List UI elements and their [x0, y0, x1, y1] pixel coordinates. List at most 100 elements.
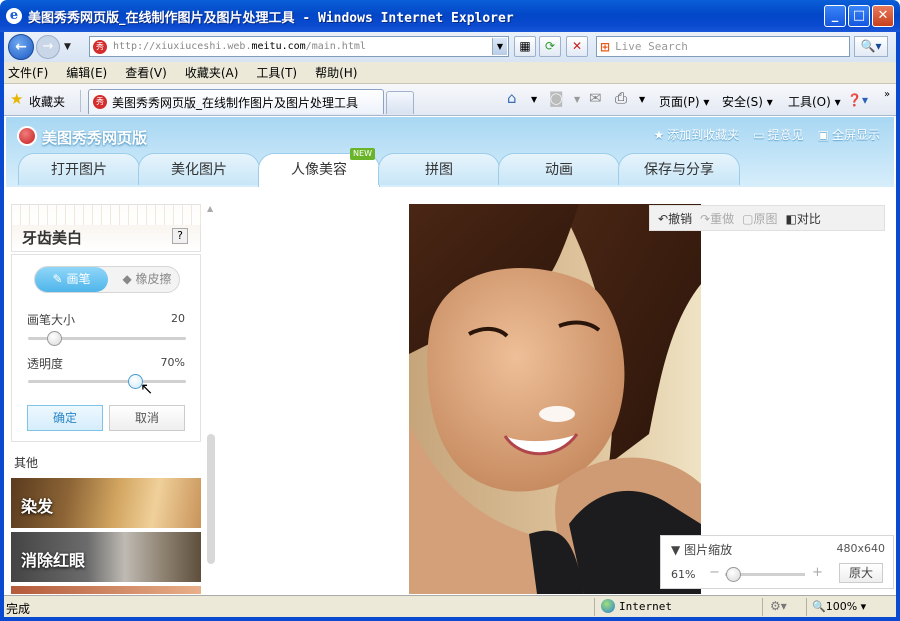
print-icon[interactable]: ⎙ [615, 90, 627, 106]
maximize-button[interactable]: □ [848, 5, 870, 27]
brush-size-value: 20 [171, 312, 185, 325]
scroll-up-icon[interactable]: ▲ [207, 204, 213, 213]
panel-title: 牙齿美白 [22, 229, 83, 247]
favorites-star-icon[interactable]: ★ [10, 92, 23, 107]
menu-tools[interactable]: 工具(T) [256, 64, 297, 81]
tab-title: 美图秀秀网页版_在线制作图片及图片处理工具 [112, 95, 359, 110]
undo-button[interactable]: ↶撤销 [658, 210, 692, 227]
help-button[interactable]: ? [172, 228, 188, 244]
zoom-title[interactable]: ▼ 图片缩放 [671, 541, 732, 558]
cancel-button[interactable]: 取消 [109, 405, 185, 431]
tab-animation[interactable]: 动画 [498, 153, 620, 185]
divider [806, 598, 807, 616]
chat-icon: ▭ [753, 127, 765, 142]
window-border-bottom [0, 617, 900, 621]
address-dropdown-button[interactable]: ▼ [492, 38, 507, 55]
window-border-left [0, 32, 4, 621]
search-button[interactable]: 🔍▾ [854, 36, 888, 57]
search-input[interactable]: ⊞ Live Search [596, 36, 850, 57]
feedback-link[interactable]: ▭ 提意见 [753, 126, 803, 143]
red-eye-card[interactable]: 消除红眼 [11, 532, 201, 582]
divider [594, 598, 595, 616]
original-button[interactable]: ▢原图 [742, 210, 777, 227]
url-text[interactable]: http://xiuxiuceshi.web.meitu.com/main.ht… [113, 41, 366, 52]
new-tab-button[interactable] [386, 91, 414, 114]
original-size-button[interactable]: 原大 [839, 563, 883, 583]
hair-dye-card[interactable]: 染发 [11, 478, 201, 528]
menu-file[interactable]: 文件(F) [8, 64, 48, 81]
tab-beautify[interactable]: 美化图片 [138, 153, 260, 185]
brush-icon: ✎ [52, 272, 63, 286]
mouse-cursor-icon: ↖ [140, 379, 154, 398]
editor-canvas: ↶撤销 ↷重做 ▢原图 ◧对比 ▼ 图片缩放 480x640 61% − + 原… [221, 199, 894, 594]
tab-favicon-icon: 秀 [93, 95, 107, 109]
menu-bar: 文件(F) 编辑(E) 查看(V) 收藏夹(A) 工具(T) 帮助(H) [0, 62, 900, 84]
menu-edit[interactable]: 编辑(E) [66, 64, 107, 81]
tab-portrait[interactable]: 人像美容 NEW [258, 148, 380, 187]
forward-button[interactable]: → [36, 35, 60, 59]
portrait-photo[interactable] [409, 204, 701, 594]
site-favicon-icon: 秀 [93, 39, 107, 54]
stop-button[interactable]: ✕ [566, 36, 588, 57]
window-title: 美图秀秀网页版_在线制作图片及图片处理工具 - Windows Internet… [28, 10, 514, 26]
safety-menu-button[interactable]: 安全(S) ▾ [722, 93, 773, 110]
opacity-slider[interactable] [28, 374, 186, 389]
confirm-button[interactable]: 确定 [27, 405, 103, 431]
close-button[interactable]: ✕ [872, 5, 894, 27]
scroll-thumb[interactable] [207, 434, 215, 564]
feeds-icon[interactable]: ◙ [549, 90, 564, 106]
brush-size-slider[interactable] [28, 331, 186, 346]
menu-view[interactable]: 查看(V) [125, 64, 167, 81]
other-section-label: 其他 [14, 456, 39, 470]
tab-open-image[interactable]: 打开图片 [18, 153, 140, 185]
zoom-slider[interactable] [725, 567, 805, 582]
zoom-out-button[interactable]: − [709, 565, 720, 580]
brush-size-label: 画笔大小 [27, 313, 76, 327]
zoom-level-button[interactable]: 🔍100% ▾ [812, 600, 866, 613]
refresh-button[interactable]: ⟳ [539, 36, 561, 57]
recent-pages-dropdown[interactable]: ▼ [64, 42, 71, 52]
menu-help[interactable]: 帮助(H) [315, 64, 357, 81]
home-dropdown[interactable]: ▼ [531, 95, 537, 104]
redo-button[interactable]: ↷重做 [700, 210, 734, 227]
favorites-button[interactable]: 收藏夹 [29, 93, 65, 110]
compatibility-icon[interactable]: ▦ [514, 36, 536, 57]
compare-button[interactable]: ◧对比 [786, 210, 821, 227]
home-icon[interactable]: ⌂ [507, 90, 517, 106]
feeds-dropdown[interactable]: ▼ [574, 95, 580, 104]
address-toolbar: ← → ▼ 秀 http://xiuxiuceshi.web.meitu.com… [0, 32, 900, 62]
tab-save-share[interactable]: 保存与分享 [618, 153, 740, 185]
zoom-handle[interactable] [726, 567, 741, 582]
opacity-value: 70% [160, 356, 185, 369]
web-page: 美图秀秀网页版 ★ 添加到收藏夹 ▭ 提意见 ▣ 全屏显示 打开图片 美化图片 人像美… [6, 117, 894, 594]
brush-mode-button[interactable]: ✎ 画笔 [35, 267, 108, 292]
help-icon[interactable]: ❓▾ [847, 93, 868, 107]
mail-icon[interactable]: ✉ [589, 90, 602, 106]
security-zone[interactable]: Internet [601, 599, 672, 613]
protected-mode-icon[interactable]: ⚙▾ [770, 599, 787, 613]
tab-meitu[interactable]: 秀 美图秀秀网页版_在线制作图片及图片处理工具 [88, 89, 384, 114]
page-menu-button[interactable]: 页面(P) ▾ [659, 93, 709, 110]
status-bar: 完成 Internet ⚙▾ 🔍100% ▾ [4, 595, 896, 617]
add-favorite-link[interactable]: ★ 添加到收藏夹 [654, 126, 740, 143]
new-badge: NEW [350, 148, 375, 160]
minimize-button[interactable]: _ [824, 5, 846, 27]
fullscreen-link[interactable]: ▣ 全屏显示 [818, 126, 880, 143]
menu-favorites[interactable]: 收藏夹(A) [185, 64, 239, 81]
original-icon: ▢ [742, 211, 754, 226]
print-dropdown[interactable]: ▼ [639, 95, 645, 104]
opacity-label: 透明度 [27, 357, 64, 371]
more-card[interactable] [11, 586, 201, 594]
tools-menu-button[interactable]: 工具(O) ▾ [788, 93, 841, 110]
address-bar[interactable]: 秀 http://xiuxiuceshi.web.meitu.com/main.… [89, 36, 509, 57]
brush-size-handle[interactable] [47, 331, 62, 346]
panel-scrollbar[interactable]: ▲ [206, 204, 216, 594]
back-button[interactable]: ← [8, 34, 34, 60]
tab-collage[interactable]: 拼图 [378, 153, 500, 185]
chevron-more-icon[interactable]: » [884, 89, 890, 100]
eraser-mode-button[interactable]: ◆ 橡皮擦 [113, 267, 181, 292]
windows-logo-icon: ⊞ [600, 39, 611, 54]
undo-icon: ↶ [658, 211, 669, 226]
star-icon: ★ [653, 127, 665, 142]
zoom-in-button[interactable]: + [812, 565, 823, 580]
